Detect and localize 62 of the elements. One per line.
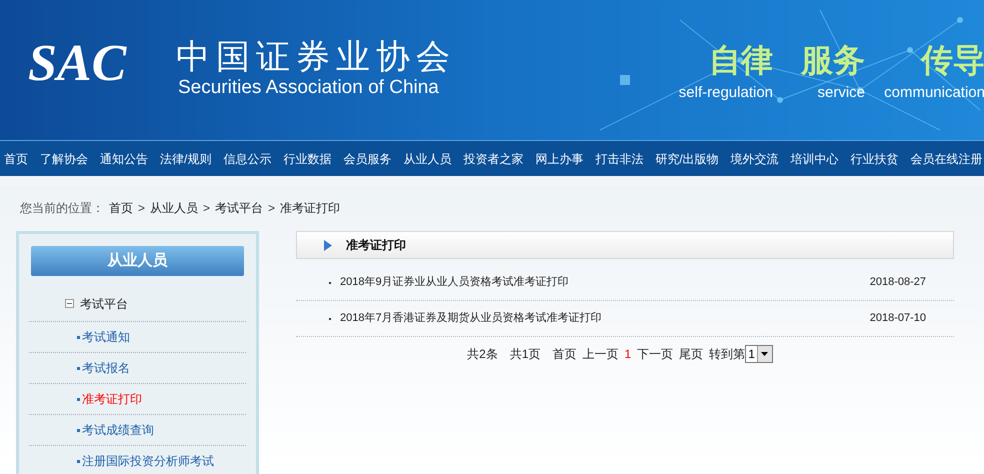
breadcrumb-separator: > [203,202,210,214]
breadcrumb-label: 您当前的位置： [20,202,104,214]
goto-label: 转到第 [709,346,746,363]
total-items: 共2条 [467,346,498,363]
slogan: 自律 [709,44,773,76]
first-page-link[interactable]: 首页 [552,345,576,363]
breadcrumb-separator: > [268,202,276,214]
sidebar-link[interactable]: 注册国际投资分析师考试 [82,452,214,470]
nav-link[interactable]: 培训中心 [790,150,839,168]
nav-link[interactable]: 会员在线注册 [910,150,983,168]
slogan-caption: self-regulation [678,85,773,100]
page-number[interactable]: 1 [624,345,632,363]
nav-link[interactable]: 首页 [4,150,28,168]
breadcrumb-link[interactable]: 准考证打印 [280,202,340,214]
caret-icon [761,352,768,356]
article-link[interactable]: 2018年7月香港证券及期货从业员资格考试准考证打印 [340,310,870,327]
nav-link[interactable]: 通知公告 [100,150,148,168]
nav-link[interactable]: 会员服务 [343,150,392,168]
breadcrumb-link[interactable]: 考试平台 [215,202,264,214]
nav-link[interactable]: 网上办事 [535,150,584,168]
bullet-icon [77,366,80,370]
breadcrumb-link[interactable]: 首页 [109,202,133,214]
nav-link[interactable]: 从业人员 [403,150,452,168]
sidebar-link[interactable]: 考试成绩查询 [82,421,154,439]
nav-link[interactable]: 法律/规则 [160,150,212,168]
total-pages: 共1页 [510,346,540,363]
organization-name: 中国证券业协会 [176,40,456,74]
nav-link[interactable]: 境外交流 [730,150,779,168]
bullet-icon [77,336,80,338]
article-link[interactable]: 2018年9月证券业从业人员资格考试准考证打印 [340,274,870,291]
sidebar-link[interactable]: 考试通知 [82,328,130,346]
nav-link[interactable]: 研究/出版物 [655,150,719,168]
previous-page-link[interactable]: 上一页 [582,345,618,363]
breadcrumb-link[interactable]: 从业人员 [150,202,198,214]
article-date: 2018-08-27 [870,275,926,290]
slogan-caption: service [817,85,865,100]
minus-icon[interactable] [65,299,74,308]
page-select[interactable]: 1 [745,345,773,363]
nav-link[interactable]: 信息公示 [223,150,272,168]
nav-link[interactable]: 行业扶贫 [850,150,899,168]
triangle-icon [324,240,332,250]
nav-link[interactable]: 投资者之家 [463,150,524,168]
nav-link[interactable]: 了解协会 [40,150,88,168]
tree-node[interactable]: 考试平台 [80,294,128,312]
section-title: 准考证打印 [346,237,406,254]
last-page-link[interactable]: 尾页 [679,345,704,363]
next-page-link[interactable]: 下一页 [637,345,674,363]
logo: SAC [27,38,128,90]
sidebar-link[interactable]: 考试报名 [82,359,130,377]
nav-link[interactable]: 打击非法 [595,150,644,168]
organization-english-name: Securities Association of China [178,78,439,97]
bullet-icon [77,398,80,400]
sidebar-title: 从业人员 [31,246,244,276]
nav-link[interactable]: 行业数据 [283,150,332,168]
bullet-icon [77,428,80,432]
article-date: 2018-07-10 [870,311,926,326]
slogan-caption: communication [884,85,984,100]
bullet-icon [77,460,80,462]
slogan: 服务 [801,44,865,76]
breadcrumb-separator: > [138,202,146,214]
sidebar-link[interactable]: 准考证打印 [82,390,142,408]
slogan: 传导 [921,44,984,76]
